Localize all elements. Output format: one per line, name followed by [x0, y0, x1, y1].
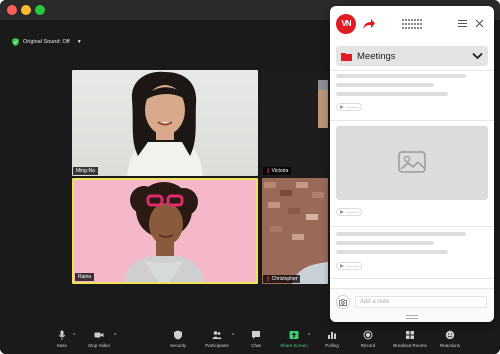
polling-button[interactable]: Polling — [312, 330, 352, 348]
participant-name: ❙ Victoria — [263, 167, 292, 175]
bar-chart-icon — [328, 332, 336, 339]
placeholder-line — [336, 74, 466, 78]
participant-name: ❙ Christopher — [263, 275, 301, 283]
note-input[interactable]: Add a note — [355, 296, 487, 308]
record-button[interactable]: Record — [348, 330, 388, 348]
shield-check-icon — [12, 38, 19, 46]
shield-icon — [174, 330, 182, 340]
participants-button[interactable]: Participants — [197, 330, 237, 348]
participant-video — [127, 71, 203, 176]
video-tile-christopher[interactable]: ❙ Christopher — [262, 178, 328, 284]
mute-options-caret[interactable]: ^ — [73, 333, 75, 339]
mute-button[interactable]: Mute — [42, 330, 82, 348]
dots-grid-icon[interactable] — [402, 19, 422, 29]
original-sound-label: Original Sound: Off — [23, 39, 70, 45]
video-tile-victoria[interactable]: ❙ Victoria — [262, 70, 328, 176]
video-camera-icon — [94, 332, 104, 338]
folder-icon — [341, 52, 352, 61]
placeholder-line — [336, 83, 434, 87]
notes-panel: VN Meetings Add a note — [330, 6, 494, 322]
mic-muted-icon: ❙ — [266, 276, 271, 282]
original-sound-toggle[interactable]: Original Sound: Off ▼ — [12, 38, 82, 46]
image-placeholder — [336, 126, 488, 200]
hamburger-menu-icon[interactable] — [458, 19, 467, 28]
camera-button[interactable] — [336, 295, 350, 309]
participant-video — [318, 80, 328, 128]
play-icon — [340, 105, 344, 109]
close-icon[interactable] — [475, 19, 484, 28]
panel-header: VN — [330, 6, 494, 40]
divider — [330, 278, 494, 279]
divider — [330, 120, 494, 121]
chevron-down-icon — [472, 52, 483, 60]
divider — [330, 70, 494, 71]
participants-options-caret[interactable]: ^ — [232, 333, 234, 339]
chat-button[interactable]: Chat — [236, 330, 276, 348]
record-icon — [363, 330, 373, 340]
play-icon — [340, 210, 344, 214]
video-options-caret[interactable]: ^ — [114, 333, 116, 339]
placeholder-line — [336, 232, 466, 236]
chat-bubble-icon — [252, 331, 260, 339]
video-tile-ming-na[interactable]: Ming-Na — [72, 70, 258, 176]
grid-icon — [406, 331, 414, 339]
mic-muted-icon: ❙ — [266, 168, 271, 174]
reactions-button[interactable]: Reactions — [430, 330, 470, 348]
placeholder-line — [336, 250, 448, 254]
folder-label: Meetings — [357, 50, 396, 62]
play-icon — [340, 264, 344, 268]
minimize-window-button[interactable] — [21, 5, 31, 15]
close-window-button[interactable] — [7, 5, 17, 15]
divider — [330, 226, 494, 227]
share-options-caret[interactable]: ^ — [308, 333, 310, 339]
panel-footer: Add a note — [330, 288, 494, 322]
security-button[interactable]: Security — [158, 330, 198, 348]
camera-icon — [339, 299, 347, 306]
brand-logo[interactable]: VN — [336, 14, 356, 34]
folder-dropdown[interactable]: Meetings — [336, 46, 488, 66]
placeholder-line — [336, 92, 448, 96]
video-tile-raina[interactable]: Raina — [72, 178, 258, 284]
image-icon — [398, 151, 426, 173]
resize-handle[interactable] — [406, 315, 418, 319]
meeting-toolbar: Mute ^ Stop Video ^ Security Participant… — [0, 326, 500, 354]
participant-video — [124, 182, 204, 282]
audio-play-button[interactable] — [336, 262, 362, 270]
share-arrow-icon[interactable] — [362, 18, 376, 30]
audio-play-button[interactable] — [336, 103, 362, 111]
people-icon — [212, 331, 222, 339]
chevron-down-icon[interactable]: ▼ — [77, 39, 82, 45]
audio-play-button[interactable] — [336, 208, 362, 216]
participant-name: Ming-Na — [73, 167, 98, 175]
participant-video — [262, 178, 328, 284]
participant-name: Raina — [75, 273, 95, 281]
maximize-window-button[interactable] — [35, 5, 45, 15]
smiley-icon — [445, 330, 455, 340]
share-screen-icon — [289, 331, 299, 339]
placeholder-line — [336, 241, 434, 245]
breakout-rooms-button[interactable]: Breakout Rooms — [390, 330, 430, 348]
stop-video-button[interactable]: Stop Video — [79, 330, 119, 348]
microphone-icon — [58, 330, 66, 340]
